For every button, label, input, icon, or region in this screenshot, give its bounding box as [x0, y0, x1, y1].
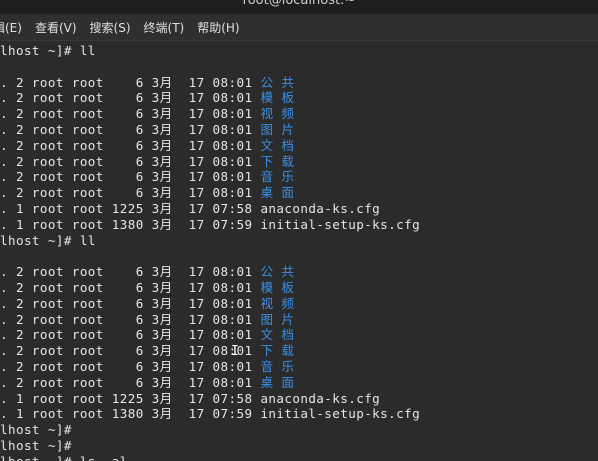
terminal-line-text: . 2 root root 6 3月 17 08:01: [0, 106, 261, 122]
terminal-line-text: . 1 root root 1380 3月 17 07:59 initial-s…: [0, 406, 421, 422]
directory-name: 公 共: [260, 264, 295, 280]
terminal-line: . 1 root root 1380 3月 17 07:59 initial-s…: [0, 406, 420, 422]
directory-name: 文 档: [260, 327, 295, 343]
terminal-line-text: lhost ~]# ll: [0, 43, 96, 58]
terminal-line: . 2 root root 6 3月 17 08:01 下 载: [0, 343, 294, 359]
terminal-line-text: . 1 root root 1225 3月 17 07:58 anaconda-…: [0, 201, 381, 216]
terminal-line: . 2 root root 6 3月 17 08:01 音 乐: [0, 169, 294, 185]
terminal-line-text: lhost ~]# ls -al: [0, 454, 128, 461]
terminal-line: . 2 root root 6 3月 17 08:01 模 板: [0, 90, 294, 106]
terminal-line: . 2 root root 6 3月 17 08:01 音 乐: [0, 359, 294, 375]
terminal-line: lhost ~]#: [0, 438, 72, 454]
mouse-cursor-icon: I: [231, 344, 239, 359]
directory-name: 模 板: [260, 90, 295, 106]
terminal-line: lhost ~]#: [0, 422, 72, 438]
directory-name: 视 频: [260, 295, 295, 311]
terminal-line-text: lhost ~]#: [0, 438, 72, 453]
terminal-line: . 2 root root 6 3月 17 08:01 文 档: [0, 327, 294, 343]
terminal-line: . 1 root root 1380 3月 17 07:59 initial-s…: [0, 217, 420, 233]
directory-name: 图 片: [260, 311, 295, 327]
terminal-line-text: . 2 root root 6 3月 17 08:01: [0, 343, 261, 359]
terminal-output[interactable]: lhost ~]# ll . 2 root root 6 3月 17 08:01 …: [0, 41, 598, 461]
terminal-line: lhost ~]# ll: [0, 233, 96, 249]
terminal-line-text: . 2 root root 6 3月 17 08:01: [0, 295, 261, 311]
menu-view[interactable]: 查看(V): [23, 19, 84, 36]
terminal-line: . 2 root root 6 3月 17 08:01 公 共: [0, 264, 294, 280]
terminal-line: . 2 root root 6 3月 17 08:01 图 片: [0, 122, 294, 138]
terminal-line-text: . 1 root root 1225 3月 17 07:58 anaconda-…: [0, 390, 381, 406]
title-bar[interactable]: root@localhost:~: [0, 0, 598, 14]
menu-terminal[interactable]: 终端(T): [132, 19, 192, 36]
menu-bar: 辑(E) 查看(V) 搜索(S) 终端(T) 帮助(H): [0, 14, 598, 41]
terminal-line: . 2 root root 6 3月 17 08:01 模 板: [0, 280, 294, 296]
terminal-line: lhost ~]# ls -al: [0, 454, 128, 461]
terminal-line-text: . 2 root root 6 3月 17 08:01: [0, 137, 261, 153]
terminal-line-text: . 2 root root 6 3月 17 08:01: [0, 327, 261, 343]
terminal-line-text: . 2 root root 6 3月 17 08:01: [0, 185, 261, 201]
terminal-line: . 2 root root 6 3月 17 08:01 图 片: [0, 312, 294, 328]
directory-name: 模 板: [260, 280, 295, 295]
terminal-line: . 2 root root 6 3月 17 08:01 文 档: [0, 138, 294, 154]
terminal-line-text: . 2 root root 6 3月 17 08:01: [0, 264, 261, 280]
terminal-line-text: . 2 root root 6 3月 17 08:01: [0, 153, 261, 169]
terminal-line-text: . 2 root root 6 3月 17 08:01: [0, 90, 261, 106]
terminal-line-text: . 2 root root 6 3月 17 08:01: [0, 169, 261, 185]
directory-name: 下 载: [260, 343, 295, 359]
window-title: root@localhost:~: [242, 0, 356, 8]
terminal-window: root@localhost:~ 辑(E) 查看(V) 搜索(S) 终端(T) …: [0, 0, 598, 461]
terminal-line: . 2 root root 6 3月 17 08:01 下 载: [0, 154, 294, 170]
terminal-line: . 2 root root 6 3月 17 08:01 视 频: [0, 296, 294, 312]
terminal-line-text: . 2 root root 6 3月 17 08:01: [0, 374, 261, 390]
directory-name: 音 乐: [260, 359, 295, 374]
directory-name: 公 共: [260, 74, 295, 90]
terminal-line-text: lhost ~]# ll: [0, 232, 96, 248]
terminal-line: . 2 root root 6 3月 17 08:01 桌 面: [0, 375, 294, 391]
terminal-line-text: . 2 root root 6 3月 17 08:01: [0, 359, 261, 374]
directory-name: 桌 面: [260, 185, 295, 201]
terminal-line: . 1 root root 1225 3月 17 07:58 anaconda-…: [0, 201, 380, 217]
terminal-line-text: . 2 root root 6 3月 17 08:01: [0, 311, 261, 327]
directory-name: 视 频: [260, 106, 295, 122]
terminal-line: . 1 root root 1225 3月 17 07:58 anaconda-…: [0, 391, 380, 407]
terminal-line-text: . 2 root root 6 3月 17 08:01: [0, 74, 261, 90]
menu-search[interactable]: 搜索(S): [78, 19, 138, 36]
directory-name: 下 载: [260, 153, 295, 169]
terminal-line: . 2 root root 6 3月 17 08:01 公 共: [0, 75, 294, 91]
directory-name: 图 片: [260, 122, 295, 137]
terminal-line-text: . 2 root root 6 3月 17 08:01: [0, 122, 261, 137]
terminal-line-text: . 1 root root 1380 3月 17 07:59 initial-s…: [0, 216, 421, 232]
terminal-line-text: . 2 root root 6 3月 17 08:01: [0, 280, 261, 295]
directory-name: 文 档: [260, 137, 295, 153]
terminal-line-text: lhost ~]#: [0, 422, 72, 438]
terminal-line: lhost ~]# ll: [0, 43, 96, 59]
terminal-line: . 2 root root 6 3月 17 08:01 桌 面: [0, 185, 294, 201]
terminal-line: . 2 root root 6 3月 17 08:01 视 频: [0, 106, 294, 122]
directory-name: 桌 面: [260, 374, 295, 390]
directory-name: 音 乐: [260, 169, 295, 185]
menu-help[interactable]: 帮助(H): [185, 19, 246, 36]
